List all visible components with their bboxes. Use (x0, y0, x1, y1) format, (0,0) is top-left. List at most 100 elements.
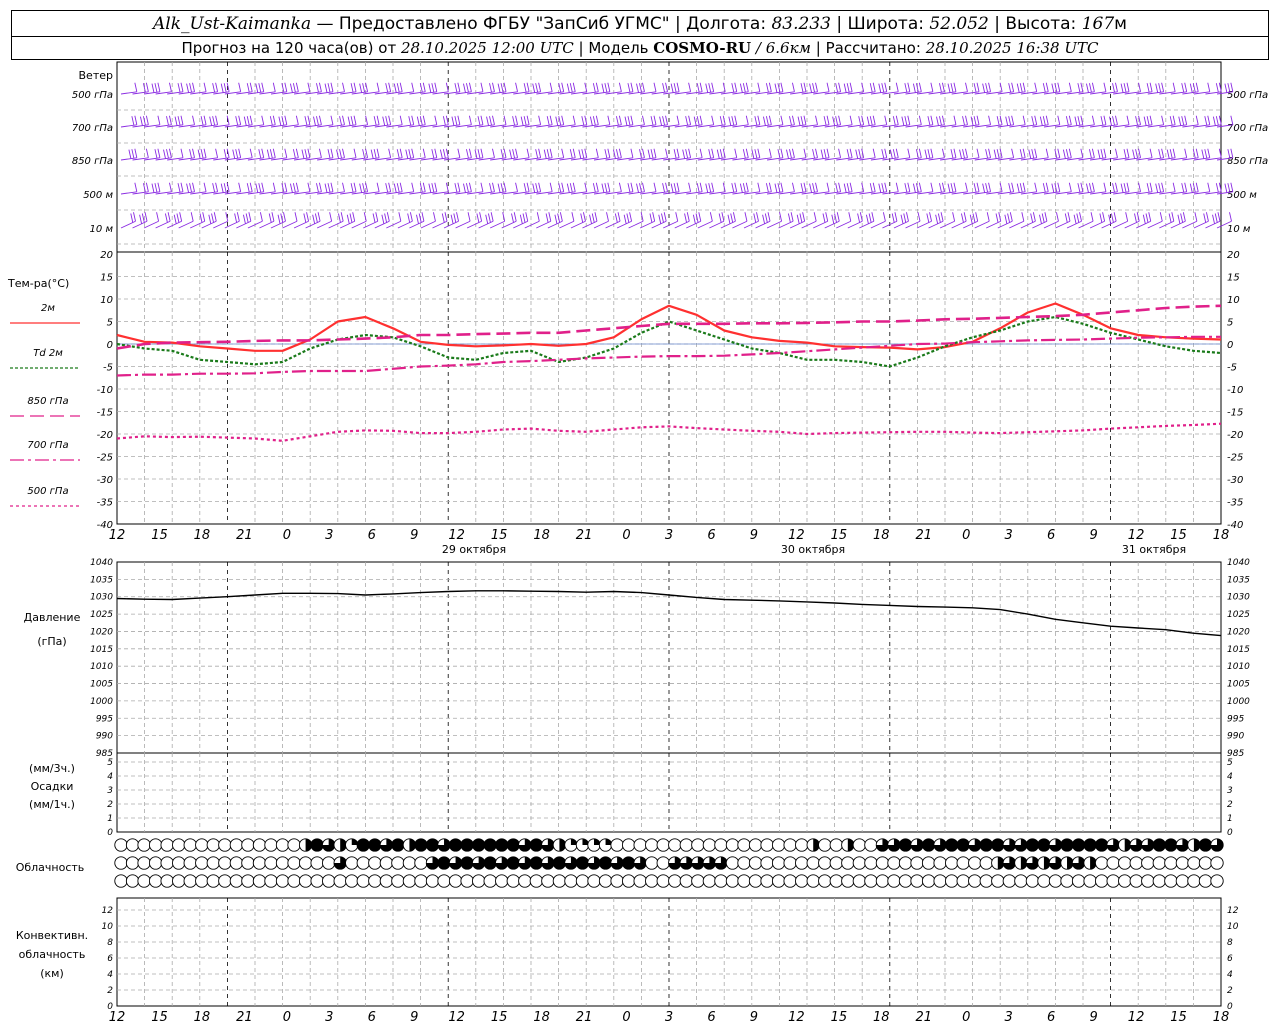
wind-barb-feather (803, 182, 807, 192)
wind-barb-feather (872, 148, 876, 158)
wind-barb-feather (685, 116, 689, 126)
wind-barb-feather (346, 214, 350, 224)
wind-barb-feather (330, 148, 334, 158)
wind-barb-feather (330, 115, 334, 125)
wind-barb-shaft (282, 220, 298, 229)
wind-barb-feather (676, 115, 680, 125)
cloud-cover-icon (552, 856, 567, 870)
wind-barb-feather (947, 183, 951, 193)
wind-barb-feather (918, 148, 922, 158)
wind-barb-feather (1088, 183, 1092, 193)
cloud-cover-icon (506, 856, 520, 870)
cloud-cover-icon (598, 856, 613, 870)
cloud-circle (760, 874, 774, 888)
cloud-cover-icon (1025, 874, 1040, 888)
wind-barb-feather (1172, 82, 1176, 92)
wind-barb-feather (906, 212, 909, 222)
wind-barb-feather (489, 116, 492, 126)
cloud-circle (898, 874, 913, 888)
cloud-cover-icon (1187, 838, 1201, 852)
wind-barb-feather (826, 115, 830, 125)
wind-barb-feather (236, 212, 240, 222)
wind-barb-feather (1195, 115, 1199, 125)
wind-barb-feather (289, 83, 293, 93)
time-tick-label: 12 (1128, 1010, 1145, 1024)
wind-barb-feather (1123, 83, 1127, 93)
wind-barb-feather (843, 83, 847, 93)
cloud-cover-icon (702, 874, 717, 888)
cloud-cover-icon (875, 874, 890, 888)
wind-barb-feather (1016, 83, 1020, 93)
time-tick-label: 6 (368, 528, 376, 543)
cloud-cover-icon (887, 838, 901, 852)
cloud-circle (783, 856, 797, 870)
cloud-cover-icon (691, 856, 705, 870)
wind-barb-feather (457, 115, 461, 125)
wind-barb-feather (339, 116, 342, 126)
temp-tick-left: 15 (100, 273, 113, 284)
cloud-circle (795, 874, 809, 888)
wind-barb-feather (388, 115, 392, 125)
cloud-cover-icon (921, 838, 936, 852)
cloud-circle (137, 856, 151, 870)
wind-barb-feather (831, 214, 835, 224)
wind-barb-feather (907, 182, 911, 192)
cloud-fill (1060, 838, 1074, 852)
cloud-cover-icon (391, 856, 405, 870)
cloud-circle (598, 874, 613, 888)
cloud-cover-icon (391, 874, 405, 888)
precip-tick-right: 3 (1227, 786, 1233, 796)
time-tick-label: 9 (410, 528, 418, 543)
cloud-cover-icon (864, 856, 878, 870)
wind-barb-feather (307, 148, 311, 158)
cloud-cover-icon (1002, 874, 1016, 888)
cloud-cover-icon (887, 856, 901, 870)
wind-barb-feather (295, 182, 299, 192)
wind-barb-feather (318, 148, 322, 158)
cloud-cover-icon (748, 856, 763, 870)
wind-barb-feather (373, 116, 377, 126)
cloud-cover-icon (541, 874, 555, 888)
wind-barb-feather (858, 149, 862, 159)
cloud-fill (507, 856, 520, 870)
cloud-cover-icon (621, 856, 636, 870)
wind-barb-feather (145, 82, 149, 92)
wind-barb-feather (647, 149, 651, 159)
cloud-cover-icon (668, 856, 682, 870)
wind-barb-feather (823, 149, 827, 159)
wind-barb-feather (215, 182, 219, 192)
wind-barb-feather (192, 182, 195, 192)
wind-barb-feather (549, 148, 553, 158)
cloud-circle (679, 874, 693, 888)
wind-barb-feather (965, 148, 968, 158)
wind-barb-feather (232, 149, 236, 159)
wind-barb-feather (765, 183, 769, 193)
wind-barb-feather (730, 213, 734, 223)
wind-barb-feather (485, 214, 489, 224)
cloud-circle (771, 856, 786, 870)
wind-barb-feather (973, 183, 977, 193)
wind-barb-feather (376, 115, 380, 125)
cloud-circle (760, 856, 774, 870)
wind-barb-feather (676, 182, 680, 192)
cloud-cover-icon (322, 874, 336, 888)
wind-barb-feather (381, 214, 385, 224)
wind-barb-feather (203, 182, 207, 192)
wind-barb-feather (271, 212, 275, 222)
wind-barb-feather (1109, 116, 1112, 126)
wind-barb-feather (561, 148, 565, 158)
cloud-circle (737, 856, 751, 870)
cloud-cover-icon (795, 838, 809, 852)
wind-barb-icon (1078, 212, 1094, 229)
wind-barb-feather (976, 148, 980, 158)
wind-barb-feather (881, 183, 885, 193)
cloud-circle (1094, 874, 1109, 888)
cloud-circle (368, 874, 382, 888)
wind-barb-feather (1057, 115, 1061, 125)
cloud-cover-icon (437, 874, 451, 888)
wind-barb-feather (466, 183, 469, 193)
wind-barb-feather (607, 148, 611, 158)
cloud-circle (656, 874, 670, 888)
wind-barb-feather (330, 82, 334, 92)
wind-barb-feather (555, 116, 559, 126)
